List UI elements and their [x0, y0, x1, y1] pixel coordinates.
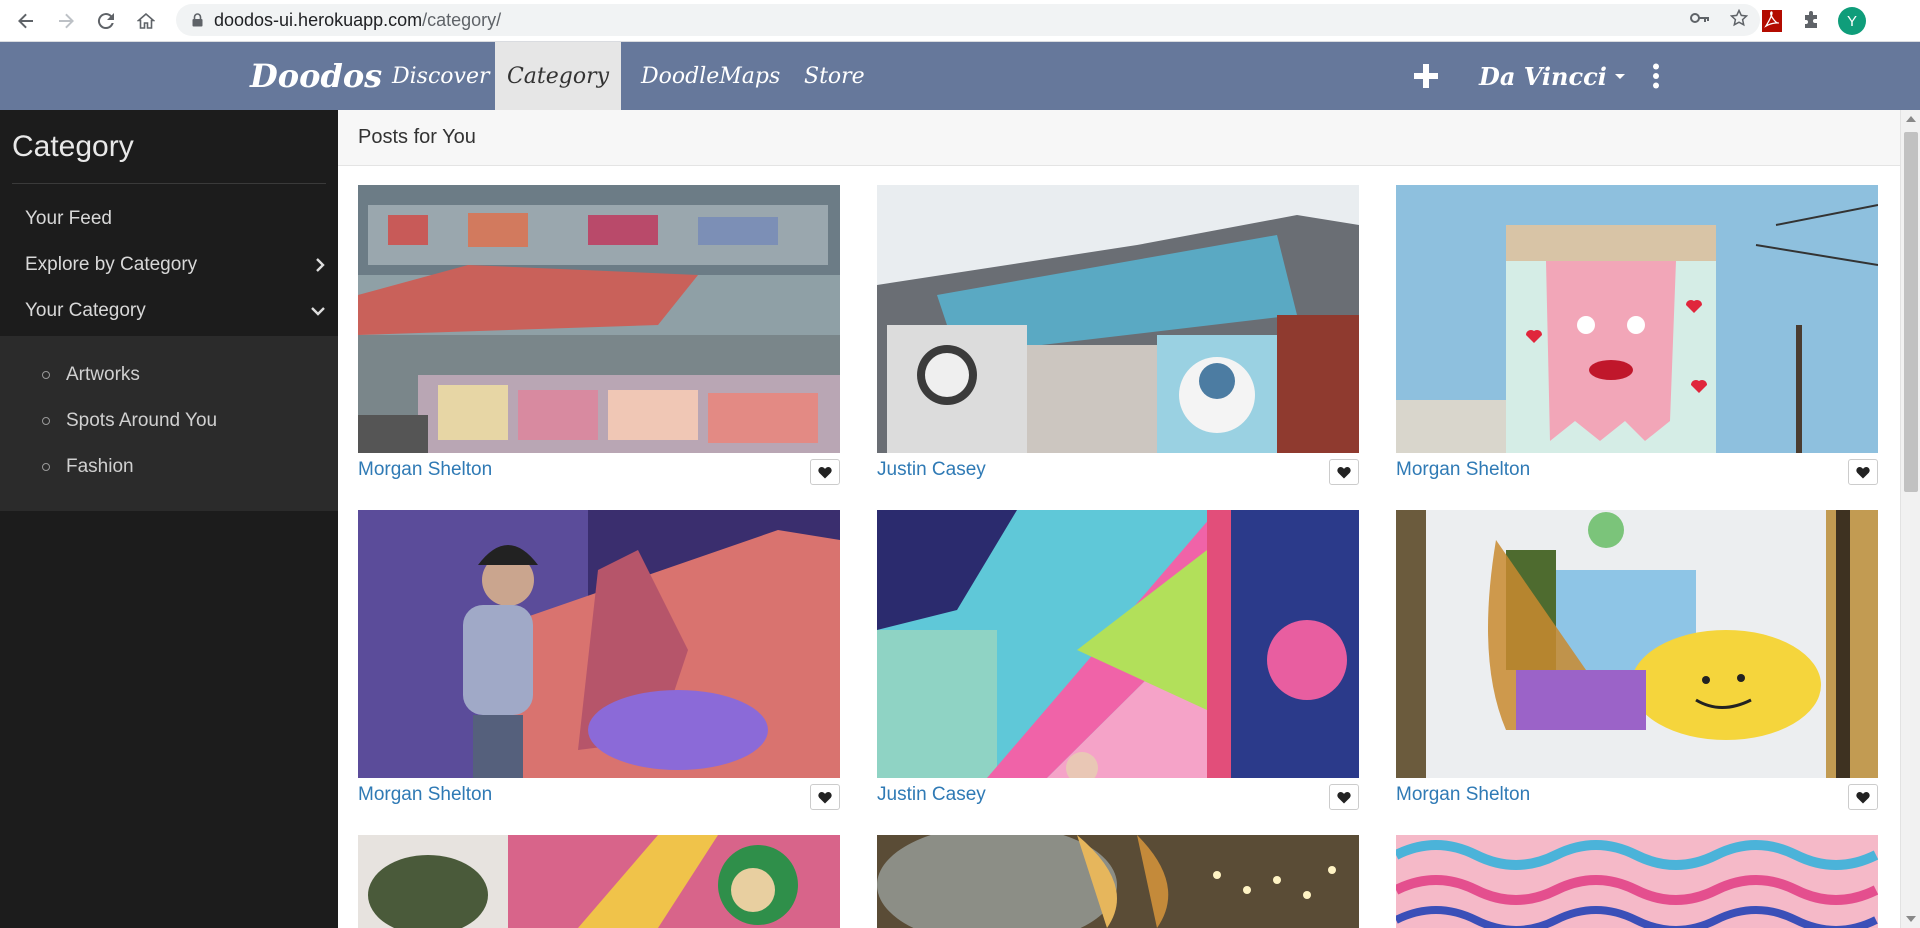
post-image-golden-lights-mural[interactable] [877, 835, 1359, 928]
post-card: Justin Casey [877, 185, 1359, 485]
like-button[interactable] [810, 784, 840, 810]
post-author-link[interactable]: Morgan Shelton [1396, 784, 1530, 806]
url-host: doodos-ui.herokuapp.com [214, 9, 423, 30]
heart-icon [1856, 466, 1870, 478]
post-card: Morgan Shelton [1396, 185, 1878, 485]
like-button[interactable] [1329, 459, 1359, 485]
heart-icon [818, 466, 832, 478]
post-author-link[interactable]: Morgan Shelton [358, 459, 492, 481]
post-image-smiley-abstract-mural[interactable] [1396, 510, 1878, 778]
like-button[interactable] [1848, 784, 1878, 810]
post-image-artist-painting-canvas[interactable] [358, 510, 840, 778]
submenu-item-label: Fashion [66, 456, 134, 477]
address-bar[interactable]: doodos-ui.herokuapp.com/category/ [176, 4, 1760, 36]
app-navbar: Doodos Discover Category DoodleMaps Stor… [0, 42, 1920, 110]
post-image-bread-mural-wall[interactable] [1396, 185, 1878, 453]
post-author-link[interactable]: Justin Casey [877, 784, 986, 806]
back-button[interactable] [6, 1, 46, 41]
sidebar: Category Your Feed Explore by Category Y… [0, 110, 338, 928]
page-scrollbar[interactable] [1900, 110, 1920, 928]
plus-icon [1414, 64, 1438, 88]
heart-icon [1337, 791, 1351, 803]
posts-header: Posts for You [338, 110, 1900, 166]
post-card [358, 835, 840, 928]
bullet-icon [42, 371, 50, 379]
post-author-link[interactable]: Morgan Shelton [358, 784, 492, 806]
profile-initial: Y [1838, 7, 1866, 35]
sidebar-item-label: Explore by Category [25, 254, 198, 275]
post-author-link[interactable]: Justin Casey [877, 459, 986, 481]
scroll-down-arrow-icon[interactable] [1906, 916, 1916, 922]
nav-store[interactable]: Store [784, 42, 885, 110]
post-image-pink-pattern-mural[interactable] [1396, 835, 1878, 928]
reload-button[interactable] [86, 1, 126, 41]
submenu-item-artworks[interactable]: Artworks [42, 364, 140, 386]
profile-avatar[interactable]: Y [1838, 6, 1866, 36]
post-card: Morgan Shelton [358, 510, 840, 810]
sidebar-item-your-category[interactable]: Your Category [25, 300, 325, 322]
scroll-up-arrow-icon[interactable] [1906, 116, 1916, 122]
sidebar-divider [12, 183, 326, 184]
brand-logo[interactable]: Doodos [250, 42, 382, 110]
post-image-green-mask-mural[interactable] [358, 835, 840, 928]
user-name: Da Vincci [1479, 61, 1607, 91]
bullet-icon [42, 463, 50, 471]
like-button[interactable] [810, 459, 840, 485]
forward-button[interactable] [46, 1, 86, 41]
forward-arrow-icon [59, 13, 74, 28]
post-card: Justin Casey [877, 510, 1359, 810]
extensions-puzzle-icon[interactable] [1801, 6, 1821, 36]
post-card [1396, 835, 1878, 928]
post-image-graffiti-train-yard[interactable] [358, 185, 840, 453]
sidebar-item-explore-by-category[interactable]: Explore by Category [25, 254, 325, 276]
heart-icon [1856, 791, 1870, 803]
submenu-item-label: Artworks [66, 364, 140, 385]
nav-doodlemaps[interactable]: DoodleMaps [621, 42, 800, 110]
browser-toolbar: doodos-ui.herokuapp.com/category/ Y [0, 0, 1920, 42]
like-button[interactable] [1848, 459, 1878, 485]
add-post-button[interactable] [1414, 42, 1438, 110]
key-icon[interactable] [1690, 11, 1710, 29]
scrollbar-thumb[interactable] [1904, 132, 1918, 492]
submenu-item-label: Spots Around You [66, 410, 218, 431]
submenu-item-fashion[interactable]: Fashion [42, 456, 134, 478]
sidebar-item-label: Your Feed [25, 208, 112, 229]
like-button[interactable] [1329, 784, 1359, 810]
lock-icon [190, 13, 204, 27]
reload-icon [97, 12, 114, 29]
page-title: Posts for You [358, 126, 476, 148]
post-image-street-mural-building[interactable] [877, 185, 1359, 453]
main-content: Posts for You Morgan Shelton Justin Case… [338, 110, 1900, 928]
post-card [877, 835, 1359, 928]
your-category-submenu: Artworks Spots Around You Fashion [0, 336, 338, 511]
more-options-button[interactable] [1652, 42, 1660, 110]
post-card: Morgan Shelton [358, 185, 840, 485]
caret-down-icon [1614, 73, 1625, 79]
post-author-link[interactable]: Morgan Shelton [1396, 459, 1530, 481]
pdf-extension-icon[interactable] [1762, 6, 1782, 36]
home-icon [137, 12, 155, 29]
home-button[interactable] [126, 1, 166, 41]
url-path: /category/ [422, 9, 502, 30]
post-card: Morgan Shelton [1396, 510, 1878, 810]
chevron-down-icon [311, 307, 325, 316]
sidebar-item-label: Your Category [25, 300, 146, 321]
url-text: doodos-ui.herokuapp.com/category/ [214, 10, 501, 31]
sidebar-title: Category [12, 130, 134, 163]
heart-icon [1337, 466, 1351, 478]
bullet-icon [42, 417, 50, 425]
back-arrow-icon [18, 13, 33, 28]
post-image-geometric-colorful-mural[interactable] [877, 510, 1359, 778]
user-menu-dropdown[interactable]: Da Vincci [1479, 42, 1625, 110]
submenu-item-spots-around-you[interactable]: Spots Around You [42, 410, 217, 432]
bookmark-star-icon[interactable] [1729, 8, 1749, 32]
chevron-right-icon [316, 258, 325, 272]
sidebar-item-your-feed[interactable]: Your Feed [25, 208, 325, 230]
nav-discover[interactable]: Discover [372, 42, 510, 110]
heart-icon [818, 791, 832, 803]
vertical-dots-icon [1653, 63, 1659, 89]
nav-category[interactable]: Category [495, 42, 621, 110]
